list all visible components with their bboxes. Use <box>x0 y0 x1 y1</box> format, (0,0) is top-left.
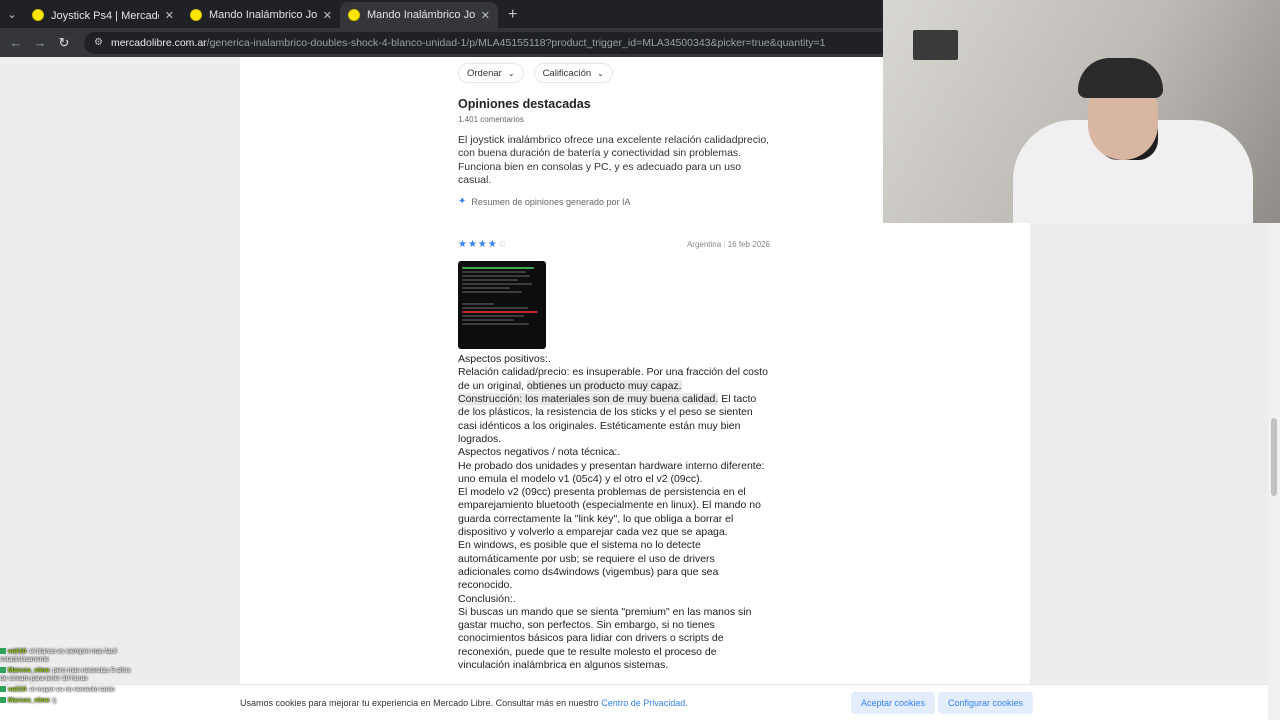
close-icon[interactable]: ✕ <box>481 9 490 22</box>
cookie-text: Usamos cookies para mejorar tu experienc… <box>240 697 688 708</box>
review-line: Aspectos negativos / nota técnica:. <box>458 446 621 459</box>
browser-tab-3-active[interactable]: Mando Inalámbrico Joystick Co ✕ <box>340 2 498 28</box>
chat-message: Marcos_vlme: ij <box>0 697 136 705</box>
review-line: Relación calidad/precio: es insuperable.… <box>458 366 768 392</box>
ai-summary-note: ✦ Resumen de opiniones generado por IA <box>458 196 770 207</box>
empty-star-icon: ☆ <box>497 239 508 251</box>
review-body: Aspectos positivos:. Relación calidad/pr… <box>458 353 770 672</box>
chevron-down-icon: ⌄ <box>597 68 604 78</box>
comment-count: 1.401 comentarios <box>458 115 524 124</box>
mercadolibre-favicon-icon <box>32 9 44 21</box>
review-date: 16 feb 2026 <box>727 240 770 250</box>
review-line: He probado dos unidades y presentan hard… <box>458 459 765 485</box>
tab-title: Mando Inalámbrico Joystick Co <box>209 9 317 21</box>
review-meta: Argentina | 16 feb 2026 <box>686 240 770 250</box>
review-line: En windows, es posible que el sistema no… <box>458 539 719 592</box>
browser-tab-2[interactable]: Mando Inalámbrico Joystick Co ✕ <box>182 2 340 28</box>
url-path: /generica-inalambrico-doubles-shock-4-bl… <box>206 36 826 49</box>
review-line: Construcción: los materiales son de muy … <box>458 393 757 445</box>
ai-summary-label: Resumen de opiniones generado por IA <box>471 196 631 207</box>
tab-title: Joystick Ps4 | MercadoLibre 📦 <box>51 9 159 22</box>
rating-label: Calificación <box>542 67 592 79</box>
highlighted-text: Construcción: los materiales son de muy … <box>458 393 719 406</box>
close-icon[interactable]: ✕ <box>323 9 332 22</box>
chat-badge-icon <box>0 697 6 704</box>
review-country: Argentina <box>686 240 722 250</box>
star-rating: ★★★★☆ <box>458 239 508 251</box>
privacy-center-link[interactable]: Centro de Privacidad. <box>601 698 688 708</box>
review-photo-thumbnail[interactable] <box>458 261 546 350</box>
stream-chat-overlay: vali10: el blanco es siempre mas facil e… <box>0 648 136 708</box>
mercadolibre-favicon-icon <box>348 9 360 21</box>
streamer-cap <box>1078 58 1163 98</box>
new-tab-plus-icon[interactable]: + <box>508 2 517 28</box>
back-arrow-icon[interactable]: ← <box>4 35 28 50</box>
cookie-banner: Usamos cookies para mejorar tu experienc… <box>0 684 1280 720</box>
ai-sparkle-icon: ✦ <box>458 196 467 208</box>
review-line: Si buscas un mando que se sienta "premiu… <box>458 605 752 672</box>
review-line: Aspectos positivos:. <box>458 353 551 366</box>
highlighted-text: obtienes un producto muy capaz. <box>526 379 682 392</box>
accept-cookies-button[interactable]: Aceptar cookies <box>851 691 936 714</box>
browser-tab-1[interactable]: Joystick Ps4 | MercadoLibre 📦 ✕ <box>24 2 182 28</box>
review-line: Conclusión:. <box>458 592 516 605</box>
review-header: ★★★★☆ Argentina | 16 feb 2026 <box>458 239 770 250</box>
reload-icon[interactable]: ↻ <box>52 35 76 51</box>
chat-badge-icon <box>0 667 6 674</box>
sort-label: Ordenar <box>467 67 502 79</box>
review-filters: Ordenar ⌄ Calificación ⌄ <box>458 63 770 83</box>
close-icon[interactable]: ✕ <box>165 9 174 22</box>
page-scrollbar[interactable] <box>1268 223 1280 720</box>
ai-summary-text: El joystick inalámbrico ofrece una excel… <box>458 134 770 186</box>
chat-badge-icon <box>0 648 6 655</box>
chat-message: vali10: el mayor es no necesito tanto <box>0 686 136 694</box>
mercadolibre-favicon-icon <box>190 9 202 21</box>
section-heading: Opiniones destacadas <box>458 97 591 111</box>
reviews-content: Ordenar ⌄ Calificación ⌄ Opiniones desta… <box>458 57 770 672</box>
chevron-down-icon: ⌄ <box>507 68 515 78</box>
forward-arrow-icon[interactable]: → <box>28 35 52 50</box>
webcam-overlay <box>883 0 1280 223</box>
configure-cookies-button[interactable]: Configurar cookies <box>938 691 1034 714</box>
chat-message: vali10: el blanco es siempre mas facil e… <box>0 648 117 663</box>
site-info-icon[interactable]: ⚙ <box>94 37 103 48</box>
sort-dropdown[interactable]: Ordenar ⌄ <box>458 63 524 83</box>
review-line: El modelo v2 (09cc) presenta problemas d… <box>458 486 761 539</box>
url-domain: mercadolibre.com.ar <box>110 36 207 49</box>
scrollbar-thumb[interactable] <box>1271 418 1277 496</box>
chat-badge-icon <box>0 686 6 693</box>
rating-dropdown[interactable]: Calificación ⌄ <box>533 63 613 83</box>
tab-title: Mando Inalámbrico Joystick Co <box>367 9 475 21</box>
chat-message: Marcos_vlme: pero mas necesitas 5 años d… <box>0 667 131 682</box>
tab-search-icon[interactable]: ⌄ <box>0 0 24 28</box>
